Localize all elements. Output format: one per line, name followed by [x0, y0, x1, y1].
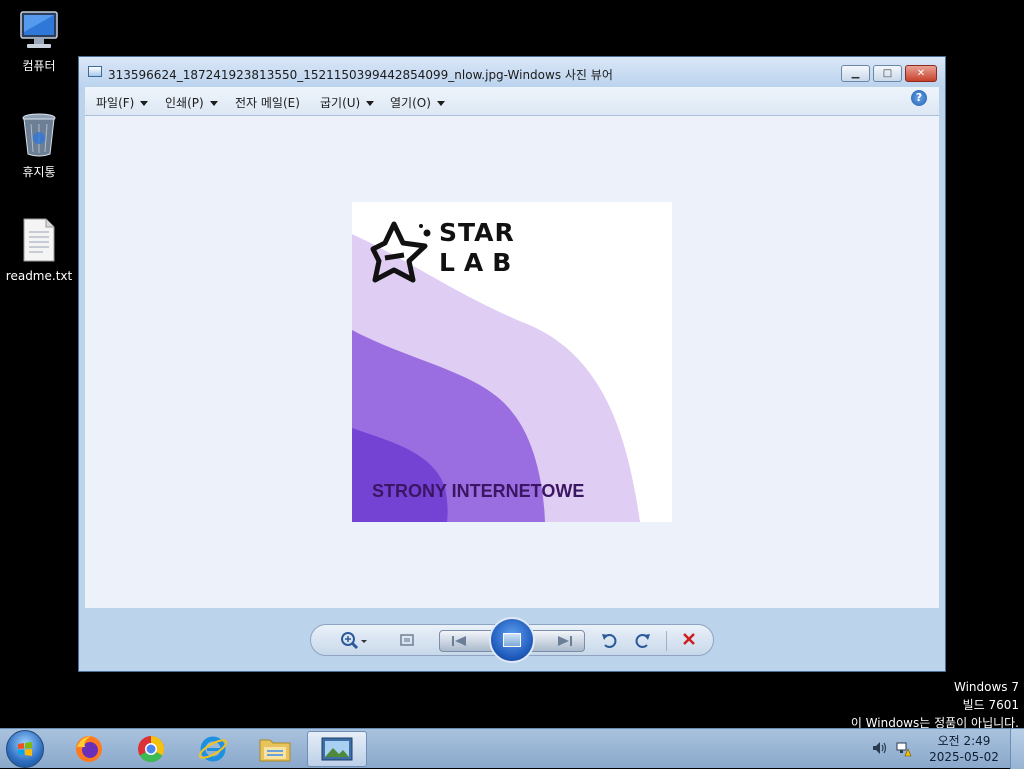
toolbar-separator [666, 631, 667, 651]
photo-viewer-app-icon [88, 66, 102, 77]
dropdown-arrow-icon [140, 101, 149, 106]
desktop-icon-label: 컴퓨터 [22, 59, 56, 73]
taskbar-internet-explorer[interactable] [185, 731, 241, 767]
slideshow-screen-glyph [503, 633, 521, 647]
firefox-icon [76, 736, 102, 762]
displayed-photo: STAR LAB STRONY INTERNETOWE [352, 202, 672, 522]
menu-label: 전자 메일(E) [235, 96, 300, 110]
desktop-icon-label: 휴지통 [22, 165, 56, 179]
image-viewport[interactable]: STAR LAB STRONY INTERNETOWE [85, 116, 939, 608]
chrome-icon [138, 735, 165, 763]
menu-label: 굽기(U) [320, 96, 361, 110]
taskbar: 오전 2:49 2025-05-02 [0, 728, 1024, 769]
slideshow-icon[interactable] [489, 617, 535, 663]
maximize-button[interactable]: □ [873, 65, 902, 82]
photo-viewer-window: 313596624_187241923813550_15211503994428… [78, 56, 946, 672]
internet-explorer-icon [198, 736, 228, 762]
window-title: 313596624_187241923813550_15211503994428… [108, 68, 613, 82]
dropdown-arrow-icon [209, 101, 218, 106]
start-button[interactable] [6, 730, 44, 768]
clock-time: 오전 2:49 [937, 734, 991, 748]
rotate-counterclockwise-icon[interactable] [599, 631, 619, 651]
close-button[interactable]: ✕ [905, 65, 937, 82]
computer-icon [1, 10, 77, 55]
photo-caption: STRONY INTERNETOWE [372, 481, 585, 501]
windows-logo-icon [18, 742, 32, 756]
taskbar-file-explorer[interactable] [247, 731, 303, 767]
folder-icon [259, 739, 291, 762]
desktop-icon-label: readme.txt [5, 269, 73, 283]
photo-viewer-icon [321, 737, 353, 761]
next-icon[interactable] [556, 633, 574, 652]
previous-icon[interactable] [450, 633, 468, 652]
taskbar-chrome[interactable] [123, 731, 179, 767]
menu-label: 인쇄(P) [165, 96, 204, 110]
network-warning-icon[interactable] [896, 741, 912, 761]
viewer-controls [310, 617, 714, 663]
menu-label: 파일(F) [96, 96, 135, 110]
dropdown-arrow-icon [366, 101, 375, 106]
logo-line-1: STAR [439, 218, 515, 247]
title-bar[interactable]: 313596624_187241923813550_15211503994428… [79, 57, 945, 87]
windows-activation-watermark: Windows 7 빌드 7601 이 Windows는 정품이 아닙니다. [851, 678, 1019, 732]
volume-icon[interactable] [872, 741, 888, 759]
clock[interactable]: 오전 2:49 2025-05-02 [922, 733, 1006, 765]
logo-line-2: LAB [439, 248, 521, 277]
rotate-clockwise-icon[interactable] [633, 631, 653, 651]
desktop-icon-computer[interactable]: 컴퓨터 [1, 10, 77, 73]
logo-wordmark: STAR LAB [439, 218, 520, 278]
minimize-button[interactable]: ▁ [841, 65, 870, 82]
menu-label: 열기(O) [390, 96, 431, 110]
desktop-icon-readme[interactable]: readme.txt [1, 218, 77, 283]
clock-date: 2025-05-02 [929, 750, 999, 764]
recycle-bin-icon [1, 112, 77, 161]
watermark-build: 빌드 7601 [962, 698, 1019, 712]
show-desktop-button[interactable] [1010, 729, 1024, 769]
delete-icon[interactable] [679, 631, 699, 651]
menu-open[interactable]: 열기(O) [390, 94, 445, 111]
dropdown-arrow-icon [436, 101, 445, 106]
menu-print[interactable]: 인쇄(P) [165, 94, 218, 111]
help-icon[interactable]: ? [911, 90, 927, 106]
text-file-icon [1, 218, 77, 265]
watermark-os: Windows 7 [953, 680, 1019, 694]
taskbar-photo-viewer[interactable] [307, 731, 367, 767]
menu-bar: 파일(F) 인쇄(P) 전자 메일(E) 굽기(U) 열기(O) ? [85, 87, 939, 116]
menu-email[interactable]: 전자 메일(E) [235, 94, 300, 111]
taskbar-firefox[interactable] [61, 731, 117, 767]
menu-burn[interactable]: 굽기(U) [320, 94, 375, 111]
actual-size-icon[interactable] [397, 631, 417, 651]
zoom-icon[interactable] [339, 631, 369, 651]
menu-file[interactable]: 파일(F) [96, 94, 149, 111]
desktop-icon-recycle-bin[interactable]: 휴지통 [1, 112, 77, 179]
desktop: 컴퓨터 휴지통 readme.txt 313596624_18724192381… [0, 0, 1024, 730]
